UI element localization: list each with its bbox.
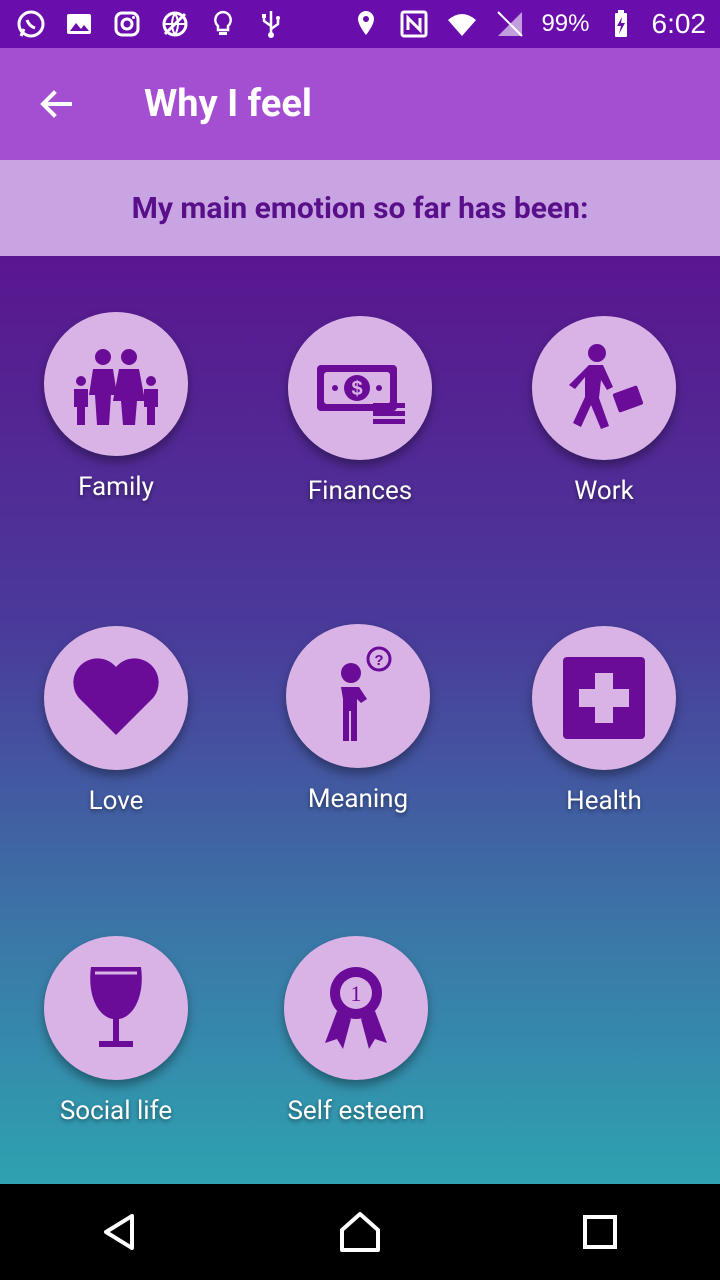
award-ribbon-icon: 1	[325, 967, 387, 1049]
nav-home-button[interactable]	[312, 1184, 408, 1280]
instagram-icon	[110, 7, 144, 41]
usb-icon	[254, 7, 288, 41]
category-finances[interactable]: $ Finances	[250, 316, 470, 536]
clock: 6:02	[651, 8, 707, 39]
category-work[interactable]: Work	[494, 316, 714, 536]
money-icon: $	[317, 365, 405, 424]
image-icon	[62, 7, 96, 41]
category-label: Love	[88, 786, 144, 816]
category-grid: Family $ Finances Work Love ? Meaning He…	[0, 256, 720, 1184]
no-sim-icon	[493, 7, 527, 41]
thinking-person-icon: ?	[341, 646, 392, 741]
svg-text:1: 1	[351, 981, 362, 1006]
medical-cross-icon	[563, 657, 645, 739]
globe-icon	[158, 7, 192, 41]
back-button[interactable]	[0, 48, 112, 160]
wifi-icon	[445, 7, 479, 41]
status-bar: 99% 6:02	[0, 0, 720, 48]
category-love[interactable]: Love	[6, 626, 226, 846]
nav-back-button[interactable]	[72, 1184, 168, 1280]
wine-glass-icon	[90, 967, 142, 1047]
category-label: Meaning	[307, 784, 409, 814]
category-label: Work	[574, 476, 634, 506]
category-meaning[interactable]: ? Meaning	[248, 624, 468, 844]
page-title: Why I feel	[144, 82, 312, 126]
category-family[interactable]: Family	[6, 312, 226, 532]
family-icon	[74, 349, 158, 425]
worker-icon	[569, 344, 644, 429]
battery-percent: 99%	[541, 10, 590, 37]
app-bar: Why I feel	[0, 48, 720, 160]
heart-icon	[73, 658, 159, 735]
nfc-icon	[397, 7, 431, 41]
svg-text:?: ?	[374, 652, 383, 669]
triangle-back-icon	[104, 1214, 134, 1250]
svg-text:$: $	[351, 378, 362, 400]
emotion-prompt: My main emotion so far has been:	[0, 160, 720, 256]
whatsapp-icon	[14, 7, 48, 41]
category-label: Self esteem	[287, 1096, 425, 1126]
nav-recents-button[interactable]	[552, 1184, 648, 1280]
battery-icon	[604, 7, 638, 41]
system-nav-bar	[0, 1184, 720, 1280]
category-social-life[interactable]: Social life	[6, 936, 226, 1156]
square-recents-icon	[583, 1215, 617, 1249]
category-health[interactable]: Health	[494, 626, 714, 846]
category-self-esteem[interactable]: 1 Self esteem	[246, 936, 466, 1156]
home-icon	[340, 1212, 380, 1252]
arrow-left-icon	[40, 90, 72, 118]
category-label: Health	[566, 786, 642, 816]
category-label: Family	[78, 472, 154, 502]
category-label: Social life	[59, 1096, 173, 1126]
category-label: Finances	[307, 476, 413, 506]
lightbulb-icon	[206, 7, 240, 41]
location-icon	[349, 7, 383, 41]
